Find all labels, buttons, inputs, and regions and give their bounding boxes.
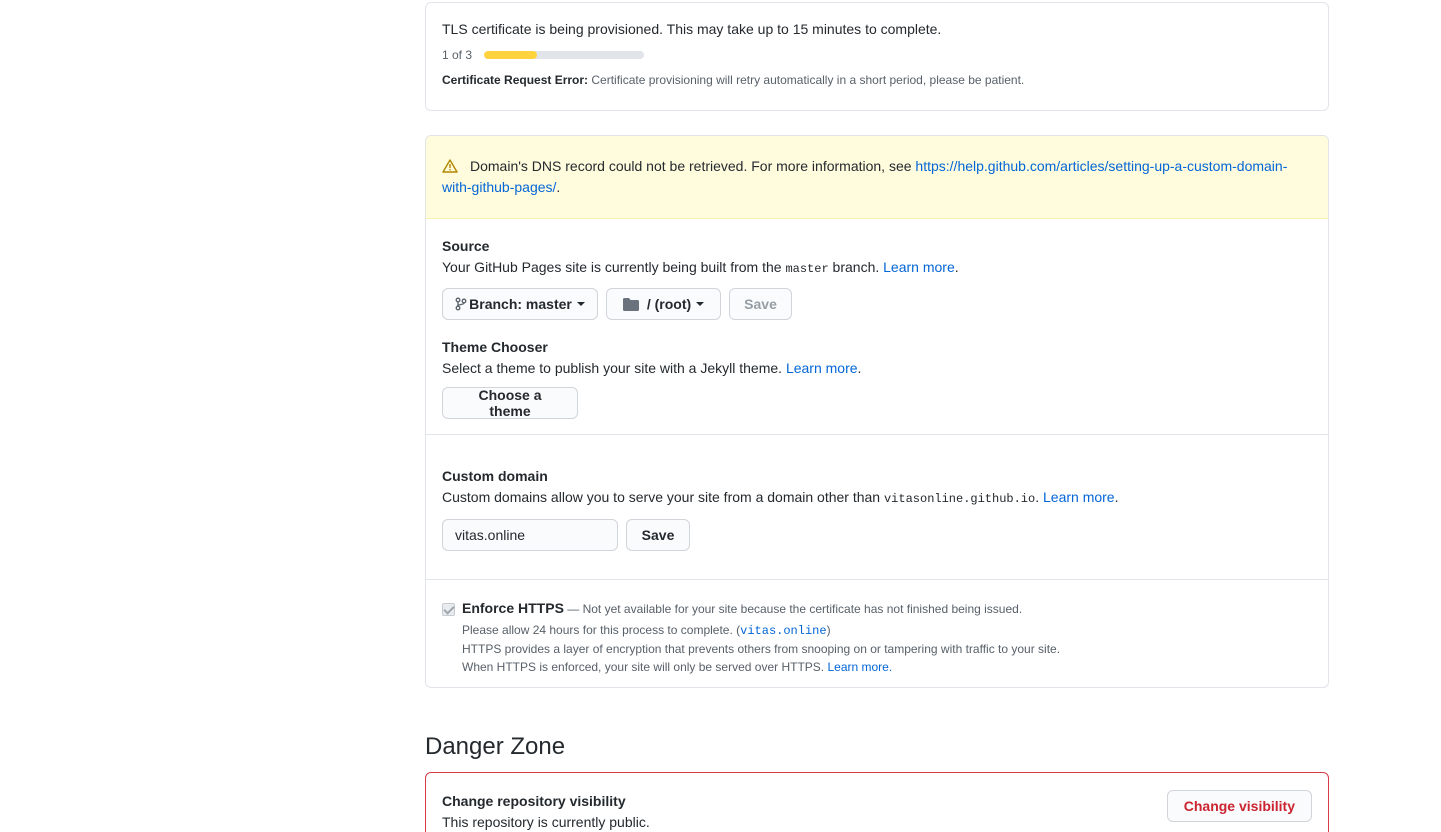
custom-domain-controls: Save [442,519,1312,551]
theme-heading: Theme Chooser [442,339,548,355]
tls-message: TLS certificate is being provisioned. Th… [442,21,942,37]
progress-bar-fill [484,51,538,59]
https-enforced-text: When HTTPS is enforced, your site will o… [462,660,828,674]
source-section: Source Your GitHub Pages site is current… [426,219,1328,320]
source-learn-more-link[interactable]: Learn more [883,259,955,275]
alert-icon [442,158,458,173]
custom-domain-learn-more-link[interactable]: Learn more [1043,489,1115,505]
custom-domain-save-button[interactable]: Save [626,519,690,551]
certificate-error-label: Certificate Request Error: [442,73,589,87]
custom-domain-desc-text: Custom domains allow you to serve your s… [442,489,884,505]
branch-button-label: Branch: master [469,296,572,312]
custom-domain-section: Custom domain Custom domains allow you t… [426,435,1328,579]
branch-code: master [785,262,829,276]
danger-zone-title: Danger Zone [425,733,566,760]
source-heading: Source [442,238,490,254]
theme-section: Theme Chooser Select a theme to publish … [426,320,1328,434]
source-description: Your GitHub Pages site is currently bein… [442,257,1312,280]
folder-select-button[interactable]: / (root) [606,288,721,320]
enforce-https-label: Enforce HTTPS [462,600,564,616]
custom-domain-period: . [1114,489,1119,505]
source-period: . [954,259,959,275]
tls-status-panel: TLS certificate is being provisioned. Th… [425,2,1329,111]
certificate-error: Certificate Request Error: Certificate p… [442,73,1312,87]
tls-progress-row: 1 of 3 [442,48,1312,62]
theme-description: Select a theme to publish your site with… [442,358,1312,379]
https-explanation: HTTPS provides a layer of encryption tha… [462,642,1061,656]
enforce-https-section: Enforce HTTPS — Not yet available for yo… [426,580,1328,676]
source-controls: Branch: master / (root) Save [442,288,1312,320]
enforce-https-details: Enforce HTTPS — Not yet available for yo… [462,599,1060,676]
chevron-down-icon [696,302,705,306]
https-line2-suffix: ) [826,623,831,637]
source-save-button[interactable]: Save [729,288,792,320]
progress-bar [484,51,645,59]
theme-desc-text: Select a theme to publish your site with… [442,360,786,376]
folder-button-label: / (root) [646,296,692,312]
dns-warning-text: Domain's DNS record could not be retriev… [470,158,916,174]
choose-theme-button[interactable]: Choose a theme [442,387,578,419]
enforce-https-note: — Not yet available for your site becaus… [563,602,1023,616]
change-visibility-button[interactable]: Change visibility [1166,790,1312,822]
dns-warning-banner: Domain's DNS record could not be retriev… [426,136,1328,219]
https-line2-prefix: Please allow 24 hours for this process t… [462,623,741,637]
progress-step-label: 1 of 3 [442,48,473,62]
dns-warning-suffix: . [556,179,561,195]
custom-domain-input[interactable] [442,519,618,551]
certificate-error-text: Certificate provisioning will retry auto… [588,73,1025,87]
default-domain-code: vitasonline.github.io [883,492,1036,506]
source-desc-prefix: Your GitHub Pages site is currently bein… [442,259,786,275]
source-desc-suffix: branch. [828,259,884,275]
enforce-https-checkbox[interactable] [442,603,455,616]
branch-select-button[interactable]: Branch: master [442,288,598,320]
custom-domain-desc-suffix: . [1035,489,1043,505]
folder-icon [622,297,639,311]
vitas-online-link[interactable]: vitas.online [740,624,826,638]
theme-learn-more-link[interactable]: Learn more [786,360,858,376]
custom-domain-description: Custom domains allow you to serve your s… [442,487,1312,510]
custom-domain-heading: Custom domain [442,468,548,484]
github-pages-panel: Domain's DNS record could not be retriev… [425,135,1329,688]
theme-period: . [857,360,862,376]
git-branch-icon [455,297,467,311]
danger-zone-panel: Change repository visibility This reposi… [425,772,1329,832]
https-learn-more-link[interactable]: Learn more. [827,660,892,674]
chevron-down-icon [576,302,585,306]
